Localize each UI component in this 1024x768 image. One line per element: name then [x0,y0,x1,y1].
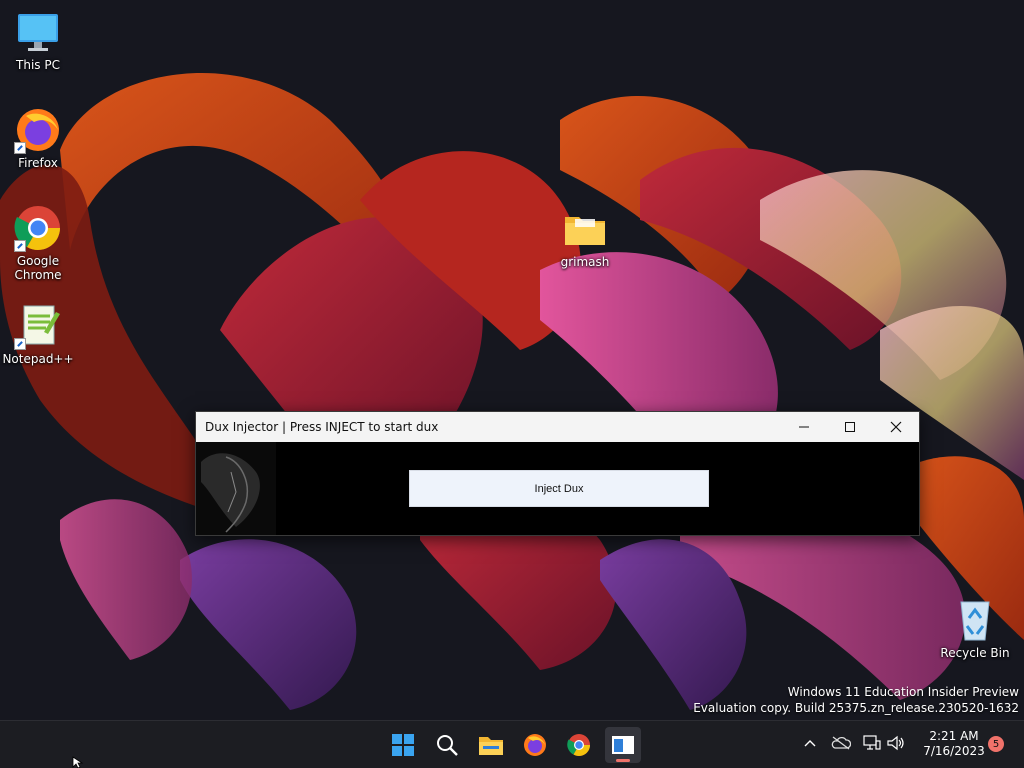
firefox-taskbar-button[interactable] [517,727,553,763]
search-icon [437,735,458,756]
network-button[interactable] [862,733,882,753]
chrome-icon [567,734,590,756]
file-explorer-button[interactable] [473,727,509,763]
desktop-folder-grimash[interactable]: grimash [547,205,623,269]
close-icon [890,421,902,433]
folder-icon [561,205,609,253]
minimize-icon [799,426,809,428]
notepadpp-icon [14,302,62,350]
close-button[interactable] [873,412,919,442]
dialog-background-art [196,442,276,535]
maximize-icon [845,422,855,432]
onedrive-button[interactable] [830,733,852,753]
cloud-offline-icon [831,736,851,750]
inject-dux-button[interactable]: Inject Dux [409,470,709,507]
clock-date: 7/16/2023 [923,744,985,758]
monitor-icon [14,8,62,56]
windows-build-watermark: Windows 11 Education Insider Preview Eva… [693,684,1019,716]
shortcut-arrow-icon [14,240,26,252]
chrome-taskbar-button[interactable] [561,727,597,763]
desktop-icon-label: grimash [560,255,610,269]
maximize-button[interactable] [827,412,873,442]
desktop-icon-label: Google Chrome [14,254,62,282]
chrome-icon [14,204,62,252]
file-explorer-icon [479,737,503,755]
desktop-wallpaper [0,0,1024,720]
recycle-bin-icon [951,596,999,644]
shortcut-arrow-icon [14,142,26,154]
volume-button[interactable] [886,733,906,753]
dux-injector-window: Dux Injector | Press INJECT to start dux… [195,411,920,536]
desktop-icon-label: Recycle Bin [940,646,1010,660]
mouse-cursor-icon [72,756,84,768]
desktop-icon-recycle-bin[interactable]: Recycle Bin [937,596,1013,660]
show-hidden-icons-button[interactable] [802,733,818,753]
speaker-icon [887,735,904,751]
start-icon [392,734,414,756]
desktop-icon-label: Notepad++ [2,352,74,366]
desktop-icon-google-chrome[interactable]: Google Chrome [0,204,76,282]
firefox-icon [524,734,546,756]
dux-app-icon [612,736,634,754]
watermark-edition: Windows 11 Education Insider Preview [787,685,1019,699]
window-title: Dux Injector | Press INJECT to start dux [205,420,439,434]
taskbar-clock[interactable]: 2:21 AM 7/16/2023 [914,729,994,759]
desktop-icon-label: Firefox [18,156,58,170]
window-titlebar[interactable]: Dux Injector | Press INJECT to start dux [196,412,919,442]
desktop-icon-firefox[interactable]: Firefox [0,106,76,170]
firefox-icon [14,106,62,154]
network-icon [863,735,881,750]
desktop-icon-this-pc[interactable]: This PC [0,8,76,72]
clock-time: 2:21 AM [929,729,979,743]
minimize-button[interactable] [781,412,827,442]
shortcut-arrow-icon [14,338,26,350]
search-button[interactable] [429,727,465,763]
notification-badge[interactable]: 5 [988,736,1004,752]
chevron-up-icon [804,740,816,747]
dux-injector-taskbar-button[interactable] [605,727,641,763]
active-app-indicator [616,759,630,762]
taskbar: 2:21 AM 7/16/2023 [0,720,1024,768]
watermark-build: Evaluation copy. Build 25375.zn_release.… [693,701,1019,715]
desktop-icon-notepadpp[interactable]: Notepad++ [0,302,76,366]
desktop-icon-label: This PC [16,58,60,72]
start-button[interactable] [385,727,421,763]
